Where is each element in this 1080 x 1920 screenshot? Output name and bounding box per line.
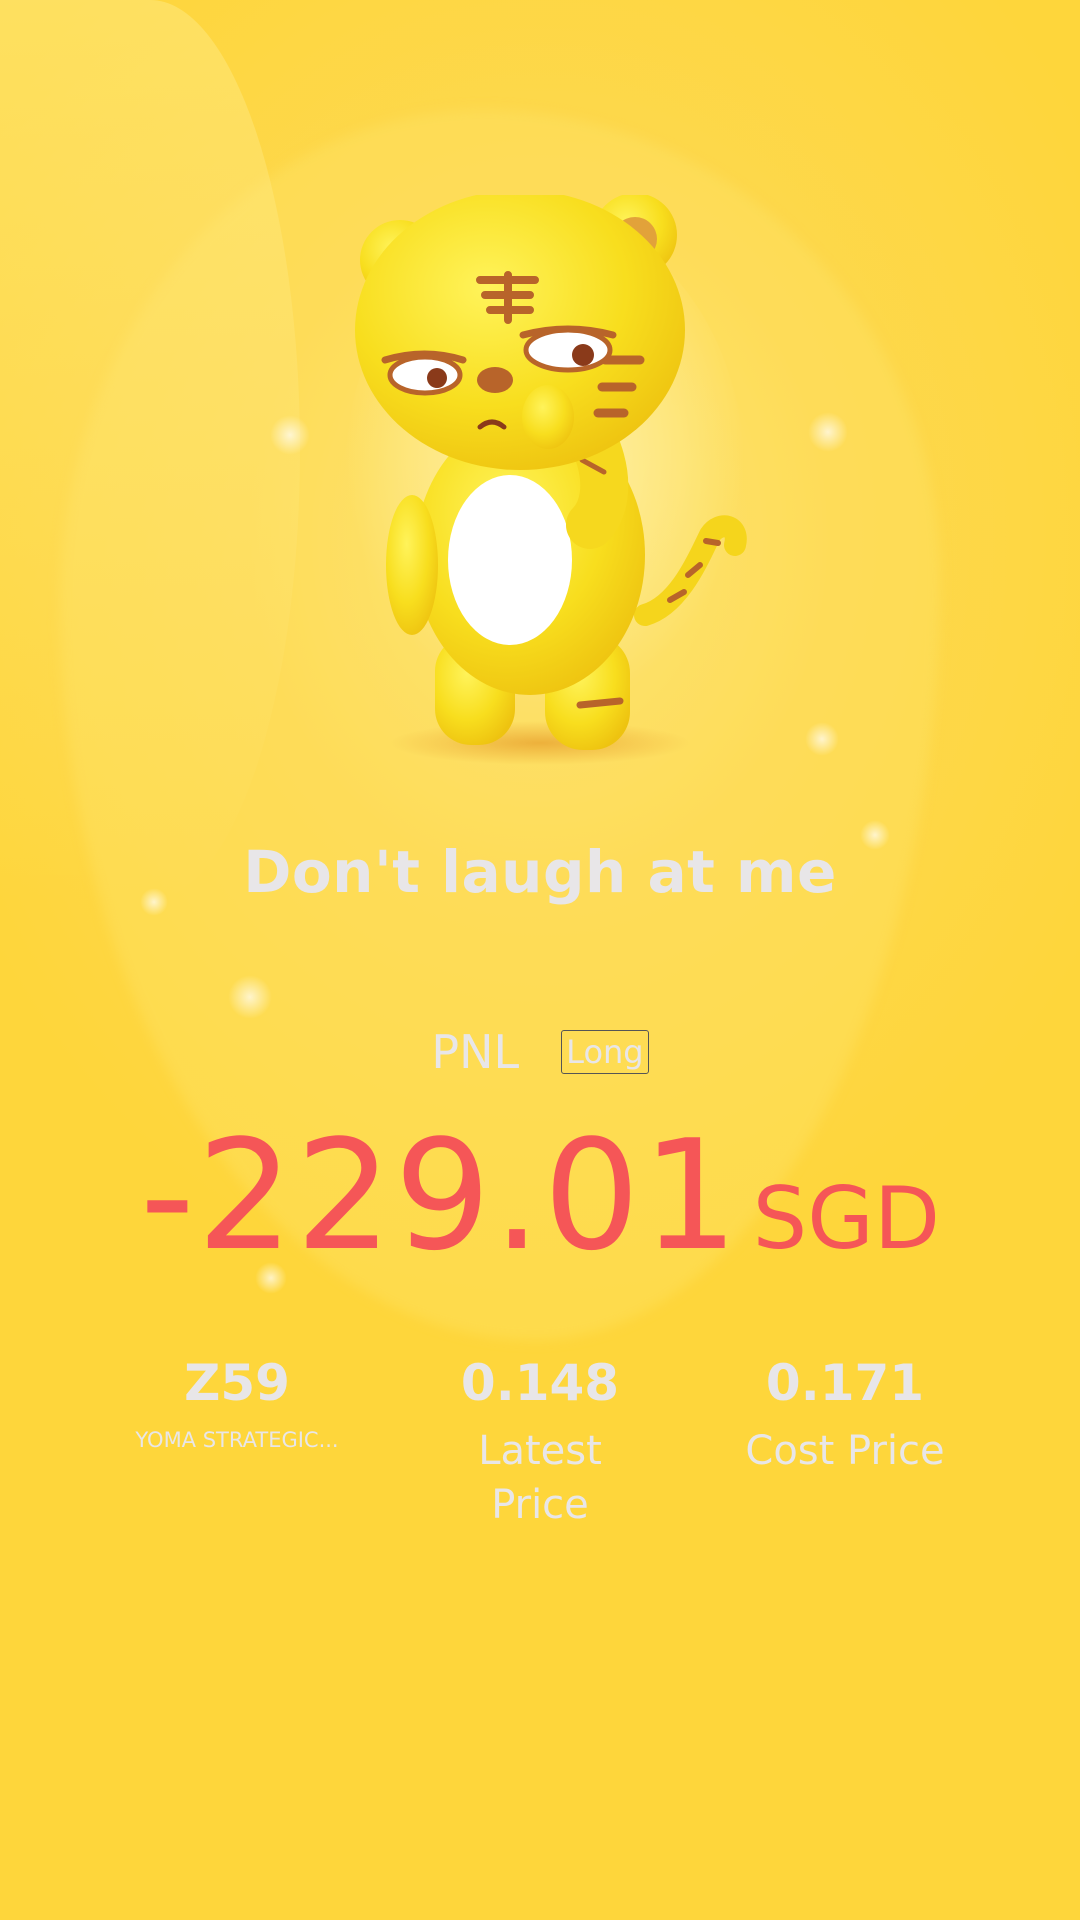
latest-price-stat: 0.148 Latest Price [390, 1352, 690, 1532]
stock-code-stat: Z59 YOMA STRATEGIC... [87, 1352, 387, 1452]
pnl-header: PNL Long [0, 1025, 1080, 1079]
sparkle [805, 722, 839, 756]
pnl-amount-value: -229.01 [139, 1107, 741, 1284]
latest-price-label: Latest Price [478, 1428, 602, 1528]
sparkle [228, 975, 272, 1019]
tiger-mascot-icon [340, 195, 770, 775]
headline: Don't laugh at me [243, 838, 837, 906]
sparkle [808, 412, 848, 452]
pnl-amount: -229.01 SGD [0, 1120, 1080, 1272]
position-tag: Long [561, 1030, 649, 1074]
cost-price-value: 0.171 [765, 1354, 925, 1412]
sparkle [270, 415, 310, 455]
cost-price-stat: 0.171 Cost Price [695, 1352, 995, 1478]
stock-code: Z59 [184, 1354, 290, 1412]
latest-price-value: 0.148 [460, 1354, 620, 1412]
background-highlight [0, 0, 300, 900]
cost-price-label: Cost Price [745, 1428, 945, 1474]
pnl-label: PNL [431, 1025, 520, 1079]
stock-name: YOMA STRATEGIC... [135, 1428, 339, 1452]
pnl-currency: SGD [752, 1169, 941, 1269]
